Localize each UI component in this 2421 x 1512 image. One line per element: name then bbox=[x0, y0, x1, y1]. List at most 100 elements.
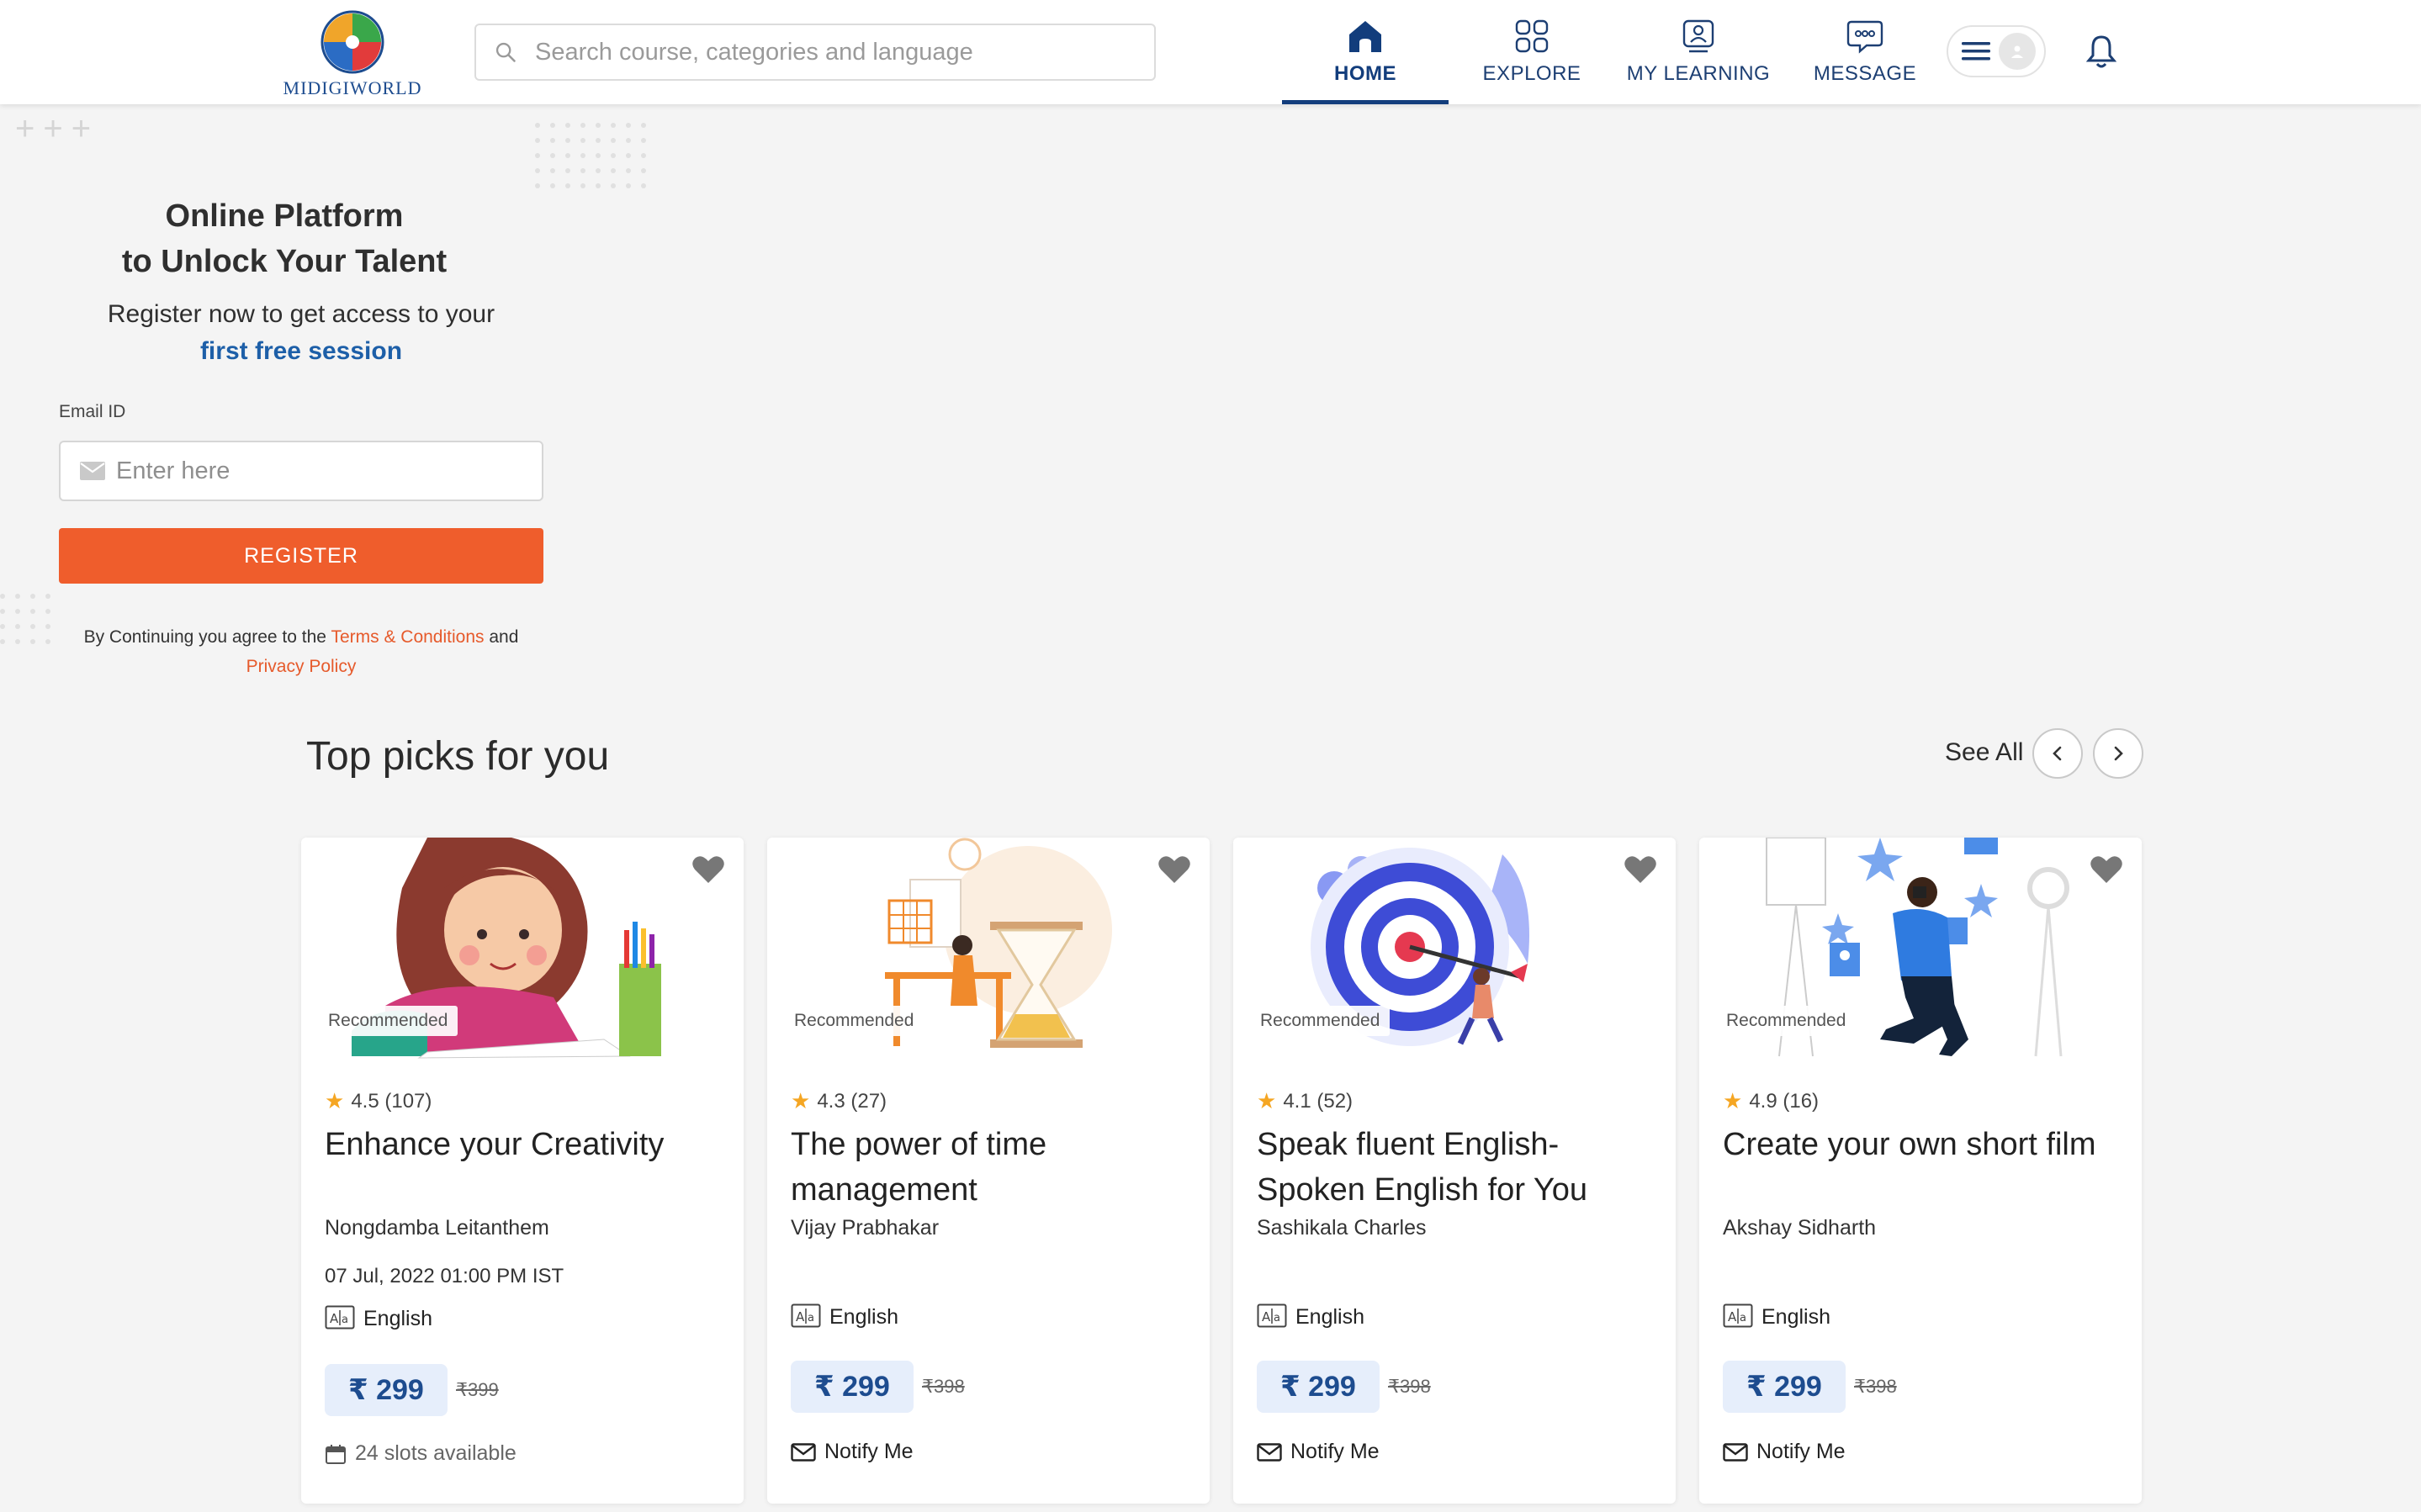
terms-link[interactable]: Terms & Conditions bbox=[331, 627, 484, 647]
hero-title-line1: Online Platform bbox=[165, 198, 404, 234]
recommended-badge: Recommended bbox=[318, 1006, 458, 1036]
course-old-price: ₹398 bbox=[1854, 1376, 1897, 1397]
rating-count: (52) bbox=[1316, 1089, 1354, 1113]
slots-label: 24 slots available bbox=[355, 1441, 517, 1465]
nav-my-learning[interactable]: MY LEARNING bbox=[1615, 0, 1782, 104]
decor-dot bbox=[15, 624, 20, 629]
svg-text:A: A bbox=[1262, 1309, 1271, 1324]
section-title: Top picks for you bbox=[306, 734, 610, 779]
notify-label: Notify Me bbox=[824, 1440, 914, 1463]
course-card[interactable]: Recommended ★ 4.3 (27) The power of time … bbox=[767, 838, 1210, 1504]
email-input[interactable] bbox=[116, 457, 520, 485]
favorite-heart-button[interactable] bbox=[1158, 854, 1191, 889]
carousel-prev-button[interactable] bbox=[2032, 728, 2083, 779]
brand-logo[interactable]: MIDIGIWORLD bbox=[274, 10, 431, 98]
decor-dot bbox=[611, 123, 616, 128]
favorite-heart-button[interactable] bbox=[691, 854, 725, 889]
language-icon: Aa bbox=[325, 1305, 355, 1330]
course-language: Aa English bbox=[791, 1303, 898, 1330]
course-title[interactable]: Speak fluent English- Spoken English for… bbox=[1257, 1122, 1661, 1213]
decor-dot bbox=[550, 183, 555, 188]
user-menu-button[interactable] bbox=[1947, 25, 2046, 77]
decor-dot bbox=[0, 624, 5, 629]
mail-icon bbox=[69, 462, 116, 480]
course-title[interactable]: The power of time management bbox=[791, 1122, 1195, 1213]
see-all-link[interactable]: See All bbox=[1945, 738, 2023, 767]
decor-dot bbox=[611, 168, 616, 173]
notifications-button[interactable] bbox=[2085, 34, 2117, 73]
register-button[interactable]: REGISTER bbox=[59, 528, 543, 584]
rating-count: (107) bbox=[384, 1089, 432, 1113]
user-avatar-icon bbox=[2011, 45, 2023, 58]
course-old-price: ₹398 bbox=[922, 1376, 965, 1397]
course-price: ₹ 299 bbox=[325, 1364, 448, 1416]
svg-text:a: a bbox=[342, 1314, 348, 1326]
decor-dot bbox=[0, 594, 5, 599]
decor-dot bbox=[550, 138, 555, 143]
plus-decoration: +++ bbox=[15, 110, 100, 147]
nav-explore[interactable]: EXPLORE bbox=[1449, 0, 1615, 104]
notify-label: Notify Me bbox=[1290, 1440, 1380, 1463]
calendar-icon bbox=[326, 1444, 346, 1464]
course-language-label: English bbox=[1295, 1304, 1364, 1329]
message-icon bbox=[1846, 20, 1883, 54]
nav-home[interactable]: HOME bbox=[1282, 0, 1449, 104]
decor-dot bbox=[641, 153, 646, 158]
decor-dot bbox=[550, 168, 555, 173]
carousel-next-button[interactable] bbox=[2093, 728, 2143, 779]
course-price: ₹ 299 bbox=[1723, 1361, 1846, 1413]
course-language-label: English bbox=[829, 1304, 898, 1329]
search-input[interactable] bbox=[535, 38, 1141, 66]
decor-dot bbox=[580, 153, 585, 158]
dot-pattern-decoration bbox=[535, 123, 656, 198]
main-nav: HOME EXPLORE MY LEARNING MESSAGE bbox=[1282, 0, 1948, 104]
email-field[interactable] bbox=[59, 441, 543, 501]
privacy-link[interactable]: Privacy Policy bbox=[246, 657, 357, 676]
nav-explore-label: EXPLORE bbox=[1482, 62, 1581, 85]
decor-dot bbox=[580, 123, 585, 128]
hero-subtitle: Register now to get access to your first… bbox=[59, 296, 543, 370]
nav-message[interactable]: MESSAGE bbox=[1782, 0, 1948, 104]
decor-dot bbox=[550, 123, 555, 128]
course-title[interactable]: Create your own short film bbox=[1723, 1122, 2127, 1167]
favorite-heart-button[interactable] bbox=[2090, 854, 2123, 889]
brand-name: MIDIGIWORLD bbox=[283, 77, 422, 98]
course-language-label: English bbox=[363, 1306, 432, 1330]
notify-me-button[interactable]: Notify Me bbox=[1257, 1440, 1380, 1464]
course-author: Akshay Sidharth bbox=[1723, 1216, 1877, 1240]
language-icon: Aa bbox=[1723, 1303, 1753, 1328]
course-datetime: 07 Jul, 2022 01:00 PM IST bbox=[325, 1265, 564, 1287]
hamburger-menu-icon bbox=[1962, 42, 1990, 61]
notify-me-button[interactable]: Notify Me bbox=[791, 1440, 914, 1464]
svg-text:A: A bbox=[796, 1309, 805, 1324]
notify-me-button[interactable]: Notify Me bbox=[1723, 1440, 1846, 1464]
course-language: Aa English bbox=[1723, 1303, 1830, 1330]
course-title[interactable]: Enhance your Creativity bbox=[325, 1122, 728, 1167]
heart-icon bbox=[1158, 856, 1190, 883]
rating-value: 4.3 bbox=[817, 1089, 845, 1113]
language-icon: Aa bbox=[791, 1303, 821, 1328]
decor-dot bbox=[580, 183, 585, 188]
course-old-price: ₹399 bbox=[456, 1379, 499, 1400]
decor-dot bbox=[565, 153, 570, 158]
notify-label: Notify Me bbox=[1756, 1440, 1846, 1463]
search-bar[interactable] bbox=[474, 24, 1156, 81]
decor-dot bbox=[596, 138, 601, 143]
course-card[interactable]: Recommended ★ 4.1 (52) Speak fluent Engli… bbox=[1233, 838, 1676, 1504]
decor-dot bbox=[535, 138, 540, 143]
heart-icon bbox=[1624, 856, 1656, 883]
recommended-badge: Recommended bbox=[784, 1006, 924, 1036]
course-card[interactable]: Recommended ★ 4.9 (16) Create your own sh… bbox=[1699, 838, 2142, 1504]
decor-dot bbox=[30, 624, 35, 629]
decor-dot bbox=[535, 183, 540, 188]
decor-dot bbox=[611, 153, 616, 158]
favorite-heart-button[interactable] bbox=[1624, 854, 1657, 889]
nav-message-label: MESSAGE bbox=[1813, 62, 1917, 85]
course-card[interactable]: Recommended ★ 4.5 (107) Enhance your Crea… bbox=[301, 838, 744, 1504]
course-old-price: ₹398 bbox=[1388, 1376, 1431, 1397]
mail-icon bbox=[1257, 1442, 1282, 1462]
course-author: Nongdamba Leitanthem bbox=[325, 1216, 549, 1240]
rating-value: 4.9 bbox=[1749, 1089, 1777, 1113]
decor-dot bbox=[15, 594, 20, 599]
avatar bbox=[1999, 33, 2036, 70]
